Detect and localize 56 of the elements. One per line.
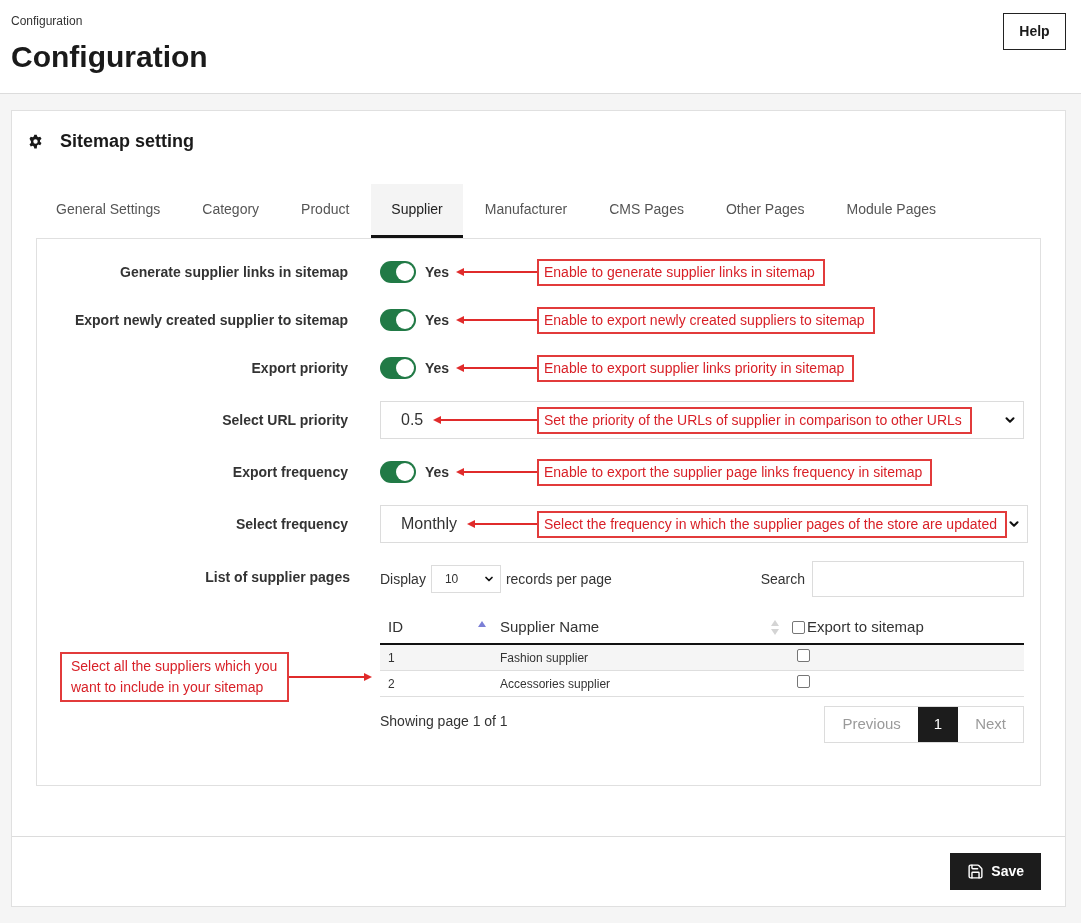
- field-label: Select frequency: [234, 514, 349, 534]
- toggle-switch[interactable]: [380, 261, 416, 283]
- page-size-select[interactable]: 10: [430, 565, 501, 593]
- search-label: Search: [760, 569, 805, 589]
- field-label: Export frequency: [231, 462, 349, 482]
- field-label: Export priority: [250, 358, 349, 378]
- table-cell-text: 2: [387, 675, 396, 693]
- field-label: List of supplier pages: [204, 568, 351, 587]
- tab[interactable]: Product: [281, 184, 370, 238]
- toggle-value-label: Yes: [425, 262, 450, 282]
- tab[interactable]: Module Pages: [826, 184, 957, 238]
- pagination-button[interactable]: 1: [917, 707, 959, 742]
- callout-note: Set the priority of the URLs of supplier in comparison to other URLs: [537, 406, 972, 434]
- column-header: Export to sitemap: [807, 616, 924, 637]
- table-info: Showing page 1 of 1: [380, 712, 508, 731]
- toggle-value-label: Yes: [425, 310, 450, 330]
- checkbox[interactable]: [797, 674, 810, 688]
- checkbox[interactable]: [797, 648, 810, 662]
- tab[interactable]: Other Pages: [705, 184, 825, 238]
- settings-icon: [28, 133, 43, 149]
- field-label: Generate supplier links in sitemap: [119, 262, 349, 282]
- callout-note: Enable to export supplier links priority in sitemap: [537, 354, 855, 382]
- tab[interactable]: CMS Pages: [589, 184, 704, 238]
- table-cell-text: Accessories supplier: [499, 675, 612, 693]
- callout-arrow: [467, 520, 537, 528]
- display-label: Display: [380, 569, 426, 589]
- help-button[interactable]: Help: [1003, 13, 1066, 50]
- tab[interactable]: Supplier: [371, 184, 463, 238]
- search-field[interactable]: [812, 561, 1024, 597]
- page-title: Configuration: [11, 39, 208, 75]
- field-label: Export newly created supplier to sitemap: [73, 310, 349, 330]
- records-per-page-label: records per page: [505, 569, 612, 589]
- callout-note: Enable to generate supplier links in sitemap: [537, 258, 825, 286]
- field-label: Select URL priority: [221, 410, 349, 430]
- toggle-value-label: Yes: [425, 462, 450, 482]
- card-title: Sitemap setting: [60, 130, 195, 152]
- toggle-switch[interactable]: [380, 461, 416, 483]
- tab[interactable]: General Settings: [36, 184, 181, 238]
- callout-note: Enable to export the supplier page links frequency in sitemap: [537, 458, 933, 486]
- column-header[interactable]: ID: [380, 611, 492, 643]
- column-header[interactable]: Supplier Name: [492, 611, 785, 643]
- callout-note: Select the frequency in which the supplier pages of the store are updated: [537, 510, 1007, 538]
- breadcrumb[interactable]: Configuration: [11, 13, 208, 29]
- callout-note: Select all the suppliers which you want to include in your sitemap: [60, 652, 289, 702]
- checkbox[interactable]: [792, 620, 805, 634]
- select-field[interactable]: 0.5 Set the priority of the URLs of supplier in comparison to other URLs: [380, 401, 1024, 439]
- select-field[interactable]: Monthly Select the frequency in which the supplier pages of the store are updated: [380, 505, 1028, 543]
- table-cell-text: Fashion supplier: [499, 649, 590, 667]
- callout-note: Enable to export newly created suppliers to sitemap: [537, 306, 875, 334]
- toggle-switch[interactable]: [380, 357, 416, 379]
- toggle-value-label: Yes: [425, 358, 450, 378]
- save-button[interactable]: Save: [950, 853, 1041, 890]
- table-cell-text: 1: [387, 649, 396, 667]
- toggle-switch[interactable]: [380, 309, 416, 331]
- tab[interactable]: Category: [182, 184, 280, 238]
- tab[interactable]: Manufacturer: [464, 184, 588, 238]
